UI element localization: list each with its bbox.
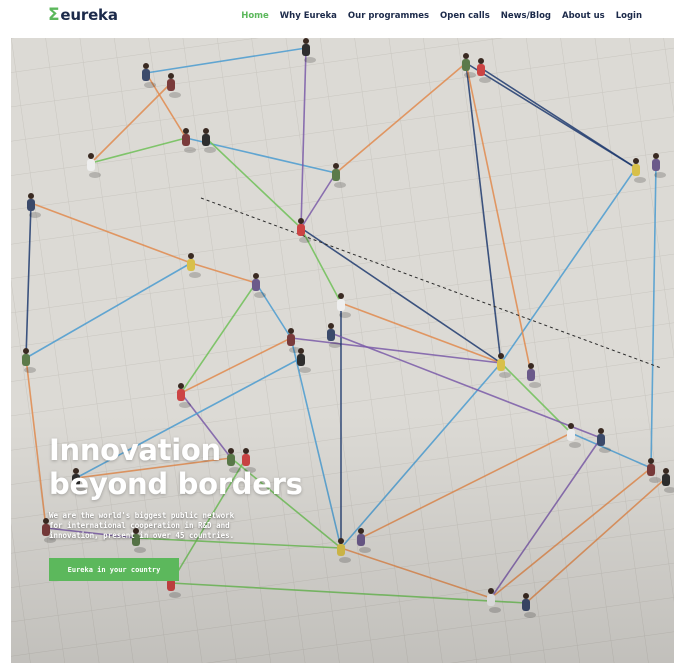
nav-open-calls[interactable]: Open calls <box>440 11 490 21</box>
subtext-line-3: innovation, present in over 45 countries… <box>49 531 235 540</box>
nav-about-us[interactable]: About us <box>562 11 605 21</box>
hero-headline: Innovation beyond borders <box>49 433 303 501</box>
nav-login[interactable]: Login <box>616 11 642 21</box>
subtext-line-2: for international cooperation in R&D and <box>49 521 230 530</box>
nav-home[interactable]: Home <box>241 11 269 21</box>
nav-why-eureka[interactable]: Why Eureka <box>280 11 337 21</box>
main-menu: Home Why Eureka Our programmes Open call… <box>241 11 642 21</box>
hero-subtext: We are the world's biggest public networ… <box>49 511 309 541</box>
nav-news-blog[interactable]: News/Blog <box>501 11 551 21</box>
headline-line-1: Innovation <box>49 433 221 467</box>
eureka-logo[interactable]: Σ eureka <box>48 5 118 25</box>
logo-wordmark: eureka <box>60 6 118 24</box>
eureka-in-your-country-button[interactable]: Eureka in your country <box>49 558 179 581</box>
hero-banner: Innovation beyond borders We are the wor… <box>11 38 674 663</box>
subtext-line-1: We are the world's biggest public networ… <box>49 511 235 520</box>
sigma-logo-icon: Σ <box>48 5 60 25</box>
top-navigation-bar: Σ eureka Home Why Eureka Our programmes … <box>0 0 674 34</box>
nav-our-programmes[interactable]: Our programmes <box>348 11 429 21</box>
headline-line-2: beyond borders <box>49 467 303 501</box>
